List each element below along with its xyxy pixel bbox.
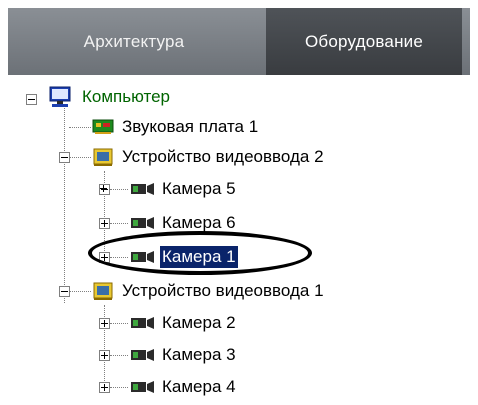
tree-node-label: Камера 1	[160, 246, 238, 268]
tree-node-label: Устройство видеоввода 2	[122, 147, 324, 166]
video-capture-device-icon	[93, 282, 113, 300]
tree-panel: Компьютер Звуковая плата 1 Устройство ви…	[8, 75, 478, 405]
expand-icon[interactable]	[99, 252, 110, 263]
collapse-icon[interactable]	[59, 286, 70, 297]
tree-line	[69, 291, 91, 292]
tree-line	[69, 157, 91, 158]
tree-node-camera-5[interactable]: Камера 5	[160, 175, 238, 203]
tree-line	[110, 323, 128, 324]
camera-icon	[131, 317, 154, 329]
expand-icon[interactable]	[99, 382, 110, 393]
collapse-icon[interactable]	[26, 94, 37, 105]
expand-icon[interactable]	[99, 350, 110, 361]
tree-node-camera-2[interactable]: Камера 2	[160, 309, 238, 337]
tab-equipment[interactable]: Оборудование	[266, 8, 462, 75]
sound-card-icon	[92, 119, 114, 134]
tree-node-camera-4[interactable]: Камера 4	[160, 373, 238, 401]
computer-icon	[49, 86, 71, 107]
camera-icon	[131, 183, 154, 195]
tree-node-camera-1[interactable]: Камера 1	[160, 243, 238, 271]
tree-node-camera-3[interactable]: Камера 3	[160, 341, 238, 369]
tab-bar: Архитектура Оборудование	[0, 0, 478, 75]
tree-node-label: Камера 4	[162, 377, 236, 396]
tree-line	[110, 355, 128, 356]
tab-architecture[interactable]: Архитектура	[8, 8, 260, 75]
camera-icon	[131, 217, 154, 229]
expand-icon[interactable]	[99, 184, 110, 195]
tree-node-label: Камера 5	[162, 179, 236, 198]
tree-node-video-device-1[interactable]: Устройство видеоввода 1	[120, 277, 326, 305]
tree-node-label: Камера 2	[162, 313, 236, 332]
tree-line	[110, 387, 128, 388]
tree-node-label: Устройство видеоввода 1	[122, 281, 324, 300]
tree-node-camera-6[interactable]: Камера 6	[160, 209, 238, 237]
tree-line	[64, 105, 65, 303]
tree-node-label: Камера 6	[162, 213, 236, 232]
tree-node-label: Компьютер	[82, 87, 170, 106]
collapse-icon[interactable]	[59, 152, 70, 163]
tree-node-label: Камера 3	[162, 345, 236, 364]
tree-line	[110, 189, 128, 190]
camera-icon	[131, 381, 154, 393]
tree-line	[69, 127, 91, 128]
camera-icon	[131, 251, 154, 263]
tree-node-label: Звуковая плата 1	[122, 117, 259, 136]
tree-node-computer[interactable]: Компьютер	[80, 83, 172, 111]
expand-icon[interactable]	[99, 318, 110, 329]
tree-node-video-device-2[interactable]: Устройство видеоввода 2	[120, 143, 326, 171]
tree-line	[110, 223, 128, 224]
tree-node-sound-card[interactable]: Звуковая плата 1	[120, 113, 260, 141]
expand-icon[interactable]	[99, 218, 110, 229]
tree-line	[110, 257, 128, 258]
video-capture-device-icon	[93, 148, 113, 166]
camera-icon	[131, 349, 154, 361]
